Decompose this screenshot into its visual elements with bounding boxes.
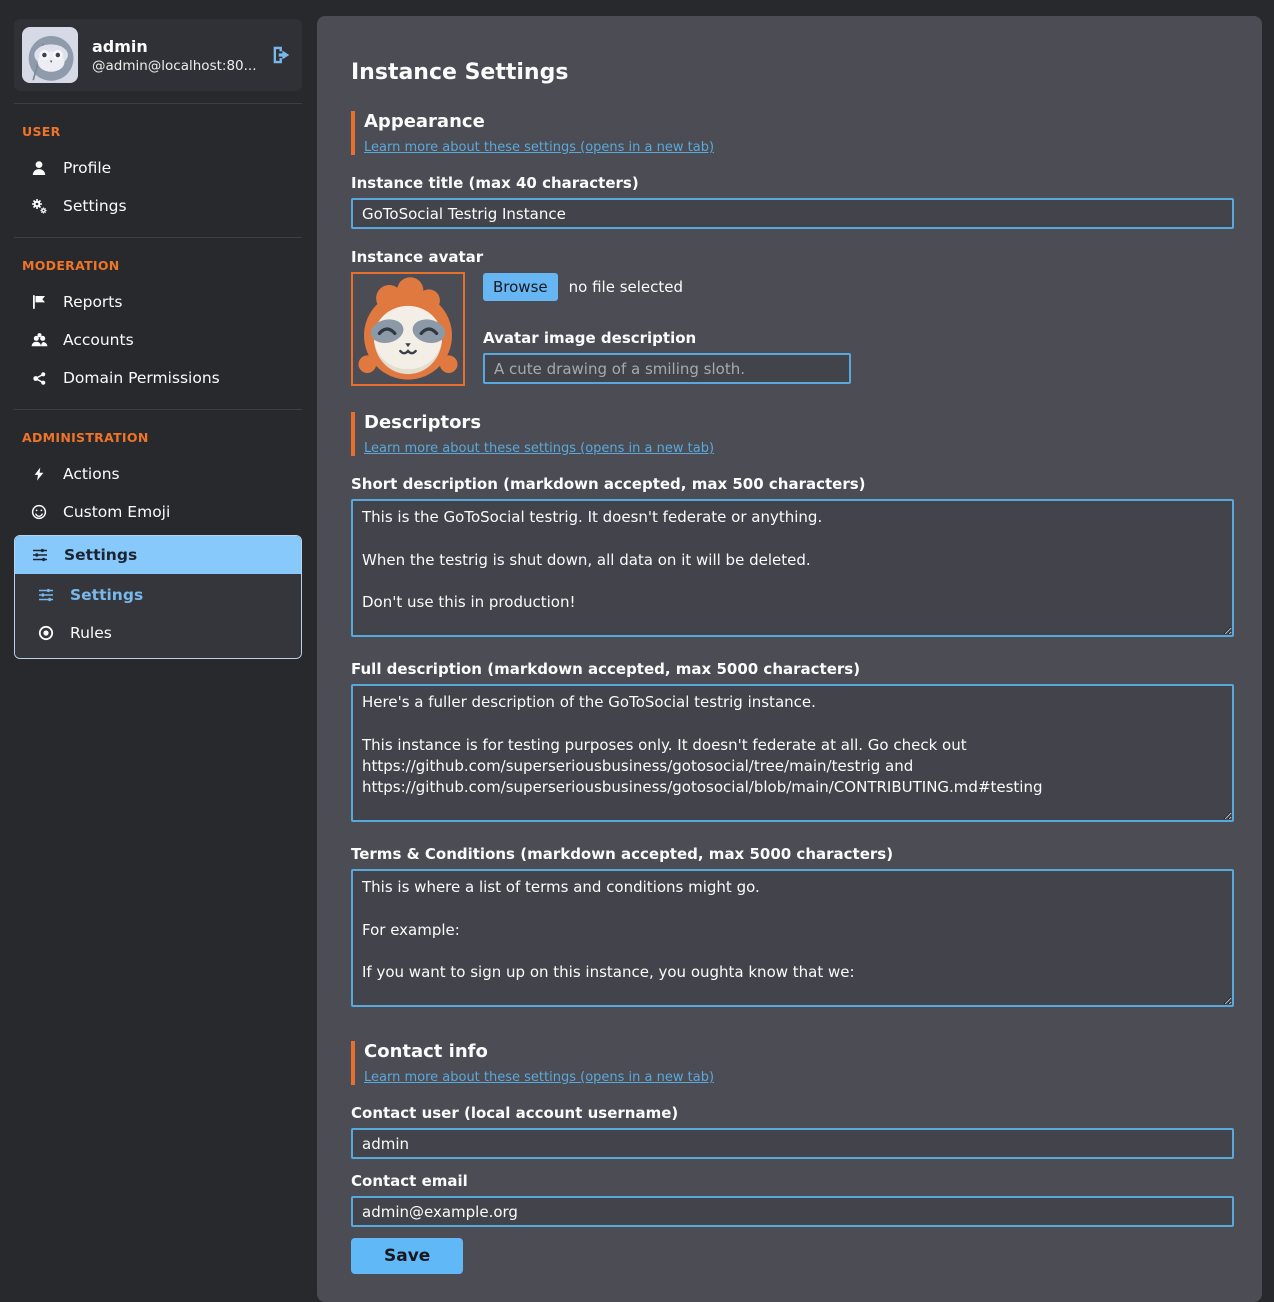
- sidebar-item-label: Custom Emoji: [63, 503, 170, 521]
- contact-user-input[interactable]: [351, 1128, 1234, 1159]
- terms-textarea[interactable]: This is where a list of terms and condit…: [351, 869, 1234, 1007]
- instance-title-input[interactable]: [351, 198, 1234, 229]
- no-file-selected-text: no file selected: [569, 278, 683, 296]
- sidebar-subitem-rules[interactable]: Rules: [15, 614, 301, 652]
- sidebar-item-label: Accounts: [63, 331, 134, 349]
- sidebar-item-actions[interactable]: Actions: [14, 455, 302, 493]
- settings-submenu: Settings Rules: [15, 574, 301, 658]
- appearance-learn-more-link[interactable]: Learn more about these settings (opens i…: [364, 140, 714, 155]
- instance-settings-panel: Instance Settings Appearance Learn more …: [317, 16, 1262, 1302]
- sidebar-subitem-label: Settings: [70, 586, 143, 604]
- sidebar-item-label: Actions: [63, 465, 120, 483]
- descriptors-section-header: Descriptors Learn more about these setti…: [351, 412, 1234, 456]
- full-description-label: Full description (markdown accepted, max…: [351, 660, 1234, 678]
- terms-label: Terms & Conditions (markdown accepted, m…: [351, 845, 1234, 863]
- sign-out-icon[interactable]: [270, 44, 292, 66]
- nav-section-administration: ADMINISTRATION: [14, 422, 302, 455]
- contact-section-header: Contact info Learn more about these sett…: [351, 1041, 1234, 1085]
- sidebar-item-domain-permissions[interactable]: Domain Permissions: [14, 359, 302, 397]
- sidebar-item-label: Profile: [63, 159, 111, 177]
- flag-icon: [30, 294, 48, 310]
- short-description-label: Short description (markdown accepted, ma…: [351, 475, 1234, 493]
- user-card[interactable]: admin @admin@localhost:80...: [14, 19, 302, 91]
- sidebar-item-custom-emoji[interactable]: Custom Emoji: [14, 493, 302, 531]
- nav-section-moderation: MODERATION: [14, 250, 302, 283]
- sidebar-item-label: Settings: [63, 197, 127, 215]
- short-description-textarea[interactable]: This is the GoToSocial testrig. It doesn…: [351, 499, 1234, 637]
- avatar-upload-column: Browse no file selected Avatar image des…: [483, 272, 1234, 386]
- avatar-description-input[interactable]: [483, 353, 851, 384]
- sidebar: admin @admin@localhost:80... USER Profil…: [14, 19, 302, 659]
- sidebar-item-label: Settings: [64, 546, 137, 564]
- descriptors-learn-more-link[interactable]: Learn more about these settings (opens i…: [364, 441, 714, 456]
- sidebar-item-profile[interactable]: Profile: [14, 149, 302, 187]
- contact-email-label: Contact email: [351, 1172, 1234, 1190]
- full-description-textarea[interactable]: Here's a fuller description of the GoToS…: [351, 684, 1234, 822]
- descriptors-heading: Descriptors: [364, 412, 1234, 433]
- sidebar-item-label: Domain Permissions: [63, 369, 220, 387]
- sidebar-item-admin-settings[interactable]: Settings: [15, 536, 301, 574]
- smiley-icon: [30, 504, 48, 520]
- browse-button[interactable]: Browse: [483, 273, 558, 301]
- user-handle: @admin@localhost:80...: [92, 58, 256, 74]
- sidebar-item-reports[interactable]: Reports: [14, 283, 302, 321]
- sidebar-item-accounts[interactable]: Accounts: [14, 321, 302, 359]
- nav-section-user: USER: [14, 116, 302, 149]
- instance-avatar-image sloth-instance-avatar: [351, 272, 465, 386]
- user-info: admin @admin@localhost:80...: [92, 36, 256, 74]
- divider: [14, 409, 302, 410]
- share-nodes-icon: [30, 371, 48, 386]
- instance-avatar-label: Instance avatar: [351, 248, 1234, 266]
- circle-dot-icon: [37, 625, 55, 641]
- gears-icon: [30, 198, 48, 214]
- user-name: admin: [92, 36, 256, 58]
- user-icon: [30, 160, 48, 176]
- contact-email-input[interactable]: [351, 1196, 1234, 1227]
- user-avatar sloth-avatar: [22, 27, 78, 83]
- contact-heading: Contact info: [364, 1041, 1234, 1062]
- sidebar-item-label: Reports: [63, 293, 122, 311]
- contact-user-label: Contact user (local account username): [351, 1104, 1234, 1122]
- sidebar-subitem-label: Rules: [70, 624, 112, 642]
- avatar-description-label: Avatar image description: [483, 329, 1234, 347]
- users-icon: [30, 332, 48, 349]
- divider: [14, 237, 302, 238]
- contact-learn-more-link[interactable]: Learn more about these settings (opens i…: [364, 1070, 714, 1085]
- save-button[interactable]: Save: [351, 1238, 463, 1274]
- appearance-heading: Appearance: [364, 111, 1234, 132]
- appearance-section-header: Appearance Learn more about these settin…: [351, 111, 1234, 155]
- instance-avatar-row: Browse no file selected Avatar image des…: [351, 272, 1234, 386]
- settings-nav-block: Settings Settings: [14, 535, 302, 659]
- sidebar-item-user-settings[interactable]: Settings: [14, 187, 302, 225]
- page-title: Instance Settings: [351, 60, 1234, 85]
- instance-title-label: Instance title (max 40 characters): [351, 174, 1234, 192]
- sliders-icon: [37, 587, 55, 603]
- sliders-icon: [31, 547, 49, 563]
- sidebar-subitem-settings[interactable]: Settings: [15, 576, 301, 614]
- divider: [14, 103, 302, 104]
- file-chooser: Browse no file selected: [483, 273, 1234, 301]
- bolt-icon: [30, 467, 48, 481]
